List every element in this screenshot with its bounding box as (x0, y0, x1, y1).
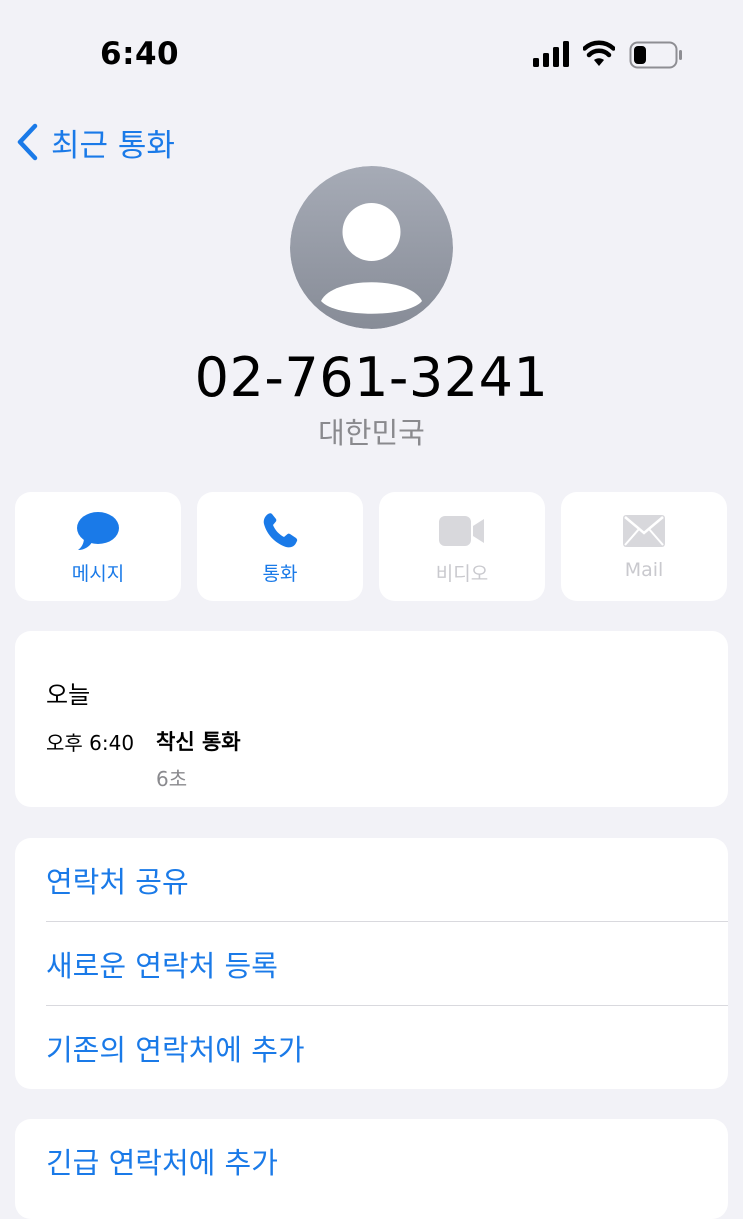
chevron-left-icon (17, 123, 38, 161)
message-button-label: 메시지 (71, 563, 125, 585)
add-to-existing-contact-row[interactable]: 기존의 연락처에 추가 (15, 1006, 728, 1089)
emergency-contact-card: 긴급 연락처에 추가 (15, 1119, 728, 1219)
message-button[interactable]: 메시지 (15, 492, 181, 601)
create-new-contact-row[interactable]: 새로운 연락처 등록 (15, 922, 728, 1005)
call-entry-duration: 6초 (156, 767, 188, 791)
call-history-day: 오늘 (46, 681, 91, 709)
envelope-icon (623, 515, 665, 547)
add-to-existing-contact-label: 기존의 연락처에 추가 (46, 1032, 305, 1067)
video-button[interactable]: 비디오 (379, 492, 545, 601)
call-history-card: 오늘 오후 6:40 착신 통화 6초 (15, 631, 728, 807)
back-button-label: 최근 통화 (51, 127, 175, 164)
person-silhouette-icon (290, 166, 453, 329)
status-bar-time: 6:40 (100, 36, 180, 72)
share-contact-row[interactable]: 연락처 공유 (15, 838, 728, 921)
call-button-label: 통화 (262, 563, 298, 585)
back-button[interactable]: 최근 통화 (15, 120, 175, 164)
cellular-signal-icon (533, 41, 569, 67)
contact-options-card: 연락처 공유 새로운 연락처 등록 기존의 연락처에 추가 (15, 838, 728, 1089)
wifi-icon (583, 40, 615, 66)
contact-avatar (290, 166, 453, 329)
video-camera-icon (439, 516, 484, 546)
call-button[interactable]: 통화 (197, 492, 363, 601)
battery-icon (629, 41, 682, 69)
add-emergency-contact-row[interactable]: 긴급 연락처에 추가 (15, 1119, 728, 1202)
mail-button[interactable]: Mail (561, 492, 727, 601)
call-entry-type: 착신 통화 (156, 730, 241, 754)
message-bubble-icon (77, 512, 119, 550)
contact-location: 대한민국 (318, 416, 425, 450)
phone-icon (263, 513, 298, 548)
video-button-label: 비디오 (435, 563, 489, 585)
mail-button-label: Mail (624, 559, 664, 581)
contact-phone-number: 02-761-3241 (194, 346, 549, 409)
create-new-contact-label: 새로운 연락처 등록 (46, 948, 278, 983)
call-entry-time: 오후 6:40 (46, 731, 135, 755)
share-contact-label: 연락처 공유 (46, 864, 189, 899)
add-emergency-contact-label: 긴급 연락처에 추가 (46, 1145, 278, 1180)
